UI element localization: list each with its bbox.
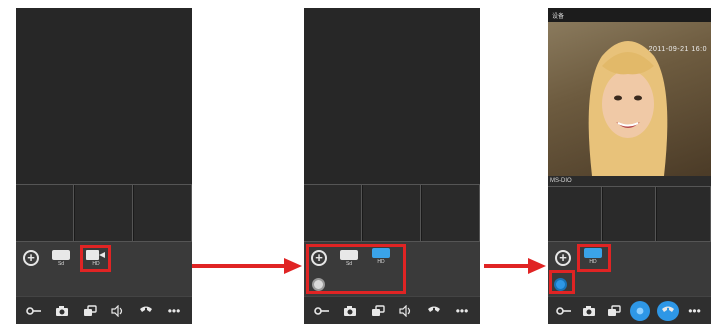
key-icon[interactable] (555, 302, 573, 320)
bottom-toolbar: ••• (304, 296, 480, 324)
call-icon[interactable] (137, 302, 155, 320)
thumbnail-slot[interactable] (657, 187, 711, 241)
record-icon[interactable] (369, 302, 387, 320)
thumbnail-slot[interactable] (548, 187, 602, 241)
call-icon[interactable] (425, 302, 443, 320)
speaker-icon[interactable] (629, 300, 650, 321)
bottom-toolbar: ••• (548, 296, 711, 324)
more-icon[interactable]: ••• (686, 302, 704, 320)
more-icon[interactable]: ••• (165, 302, 183, 320)
sd-button[interactable]: Sd (52, 250, 70, 267)
thumbnail-slot[interactable] (602, 187, 657, 241)
key-icon[interactable] (25, 302, 43, 320)
video-timestamp: 2011-09-21 16:0 (648, 46, 707, 53)
highlight-box (577, 244, 611, 272)
video-view[interactable] (16, 8, 192, 184)
record-icon[interactable] (605, 302, 623, 320)
thumbnail-slot[interactable] (422, 185, 480, 241)
thumbnail-slot[interactable] (363, 185, 421, 241)
phone-screen-1: + Sd HD ••• (16, 8, 192, 324)
camera-label: MS-DIO (550, 178, 572, 184)
highlight-box (306, 244, 406, 294)
camera-icon[interactable] (341, 302, 359, 320)
call-icon[interactable] (656, 300, 679, 321)
add-circle-icon[interactable]: + (555, 250, 571, 266)
status-bar: 设备 (548, 8, 711, 22)
thumbnail-slot[interactable] (134, 185, 192, 241)
highlight-box (80, 245, 111, 272)
phone-screen-2: + Sd HD ••• (304, 8, 480, 324)
video-view[interactable] (304, 8, 480, 184)
sd-label: Sd (57, 261, 65, 267)
control-panel: + HD (548, 242, 711, 296)
thumbnail-slot[interactable] (16, 185, 74, 241)
live-video-frame: 2011-09-21 16:0 (548, 22, 711, 176)
camera-icon[interactable] (53, 302, 71, 320)
phone-screen-3: 设备 2011-09-21 16:0 MS-DIO + HD ••• (548, 8, 711, 324)
thumbnail-grid (548, 186, 711, 242)
more-icon[interactable]: ••• (453, 302, 471, 320)
arrow-right-icon (192, 258, 302, 274)
control-panel: + Sd HD (16, 242, 192, 296)
bottom-toolbar: ••• (16, 296, 192, 324)
thumbnail-grid (304, 184, 480, 242)
thumbnail-slot[interactable] (304, 185, 362, 241)
video-view[interactable]: 设备 2011-09-21 16:0 (548, 8, 711, 176)
highlight-box (549, 270, 575, 294)
thumbnail-grid (16, 184, 192, 242)
record-icon[interactable] (81, 302, 99, 320)
thumbnail-slot[interactable] (75, 185, 133, 241)
speaker-icon[interactable] (109, 302, 127, 320)
speaker-icon[interactable] (397, 302, 415, 320)
sd-stream-icon (52, 250, 70, 260)
add-circle-icon[interactable]: + (23, 250, 39, 266)
arrow-right-icon (484, 258, 546, 274)
control-panel: + Sd HD (304, 242, 480, 296)
camera-icon[interactable] (580, 302, 598, 320)
key-icon[interactable] (313, 302, 331, 320)
